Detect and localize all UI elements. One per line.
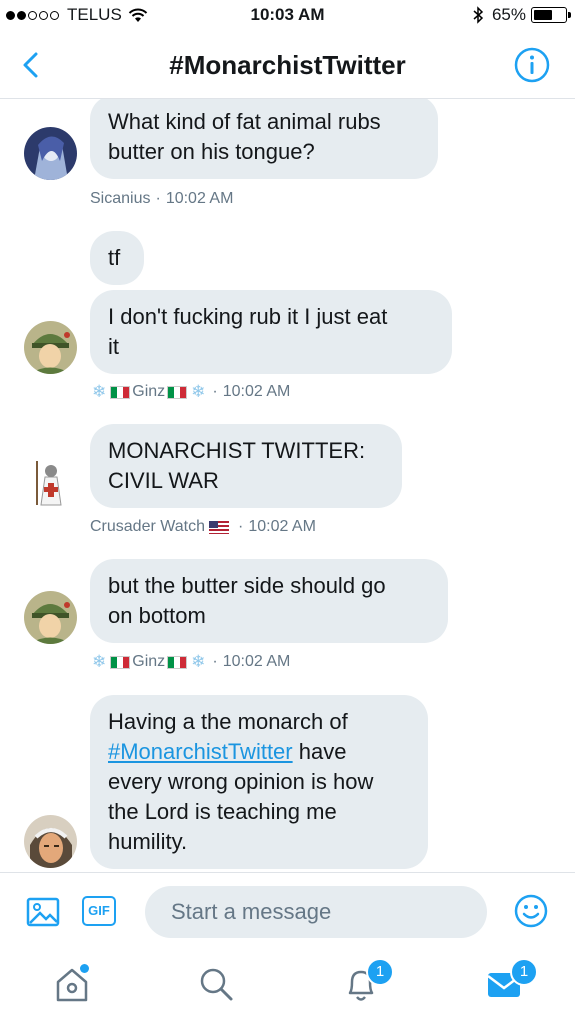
hashtag-link[interactable]: #MonarchistTwitter [108,739,293,764]
message-bubble[interactable]: but the butter side should go on bottom [90,559,448,643]
italy-flag-icon [110,655,131,669]
message-text: I don't fucking rub it I just eat [108,304,388,329]
message-input[interactable] [145,886,487,938]
message-meta: Sicanius · 10:02 AM [90,190,233,208]
message-text: humility. [108,829,188,854]
message-bubble[interactable]: I don't fucking rub it I just eat it [90,290,452,374]
message-text: on bottom [108,603,206,628]
meta-separator: · [212,653,218,670]
message-text: every wrong opinion is how [108,769,374,794]
sender-name: Crusader Watch [90,518,205,535]
conversation-title: #MonarchistTwitter [169,50,406,80]
snowflake-icon: ❄ [191,652,206,671]
message-text: MONARCHIST TWITTER: [108,438,366,463]
message-text: but the butter side should go [108,573,386,598]
italy-flag-icon [167,385,188,399]
message-bubble[interactable]: What kind of fat animal rubs butter on h… [90,99,438,179]
message-text: CIVIL WAR [108,468,219,493]
snowflake-icon: ❄ [191,382,206,401]
message-time: 10:02 AM [248,518,316,535]
message-text: Having a the monarch of [108,709,348,734]
avatar[interactable] [24,455,77,508]
status-right: 65% [472,5,571,25]
message-time: 10:02 AM [222,383,291,400]
message-bubble[interactable]: tf [90,231,144,285]
conversation-header: #MonarchistTwitter [0,32,575,99]
message-text: have [292,739,347,764]
avatar[interactable] [24,815,77,868]
italy-flag-icon [167,655,188,669]
avatar[interactable] [24,127,77,180]
message-text: tf [108,245,121,270]
bluetooth-icon [473,6,484,24]
message-thread[interactable]: What kind of fat animal rubs butter on h… [0,99,575,872]
sender-name: Ginz [132,653,166,670]
message-text: butter on his tongue? [108,139,315,164]
gif-button[interactable]: GIF [82,896,116,926]
meta-separator: · [238,518,244,535]
image-upload-icon[interactable] [26,897,60,927]
emoji-icon[interactable] [513,893,549,929]
italy-flag-icon [110,385,131,399]
status-bar: TELUS 10:03 AM 65% [0,0,575,32]
snowflake-icon: ❄ [92,652,107,671]
notifications-badge: 1 [366,958,394,986]
messages-badge: 1 [510,958,538,986]
battery-percent: 65% [491,5,526,24]
meta-separator: · [212,383,218,400]
meta-separator: · [155,190,161,207]
avatar[interactable] [24,591,77,644]
message-meta: Crusader Watch · 10:02 AM [90,518,316,536]
message-time: 10:02 AM [165,190,234,207]
message-bubble[interactable]: Having a the monarch of #MonarchistTwitt… [90,695,428,869]
message-bubble[interactable]: MONARCHIST TWITTER: CIVIL WAR [90,424,402,508]
avatar[interactable] [24,321,77,374]
sender-name: Ginz [132,383,166,400]
snowflake-icon: ❄ [92,382,107,401]
message-text: it [108,334,119,359]
search-icon[interactable] [196,964,236,1004]
message-text-line: #MonarchistTwitter have [108,737,410,767]
home-unread-dot [80,964,89,973]
message-composer: GIF [0,872,575,951]
sender-name: Sicanius [90,190,151,207]
battery-icon [531,7,571,23]
info-icon[interactable] [513,46,551,84]
message-time: 10:02 AM [222,653,291,670]
usa-flag-icon [209,520,229,534]
message-text: the Lord is teaching me [108,799,337,824]
message-text: What kind of fat animal rubs [108,109,381,134]
message-meta: ❄ Ginz ❄ · 10:02 AM [90,382,290,402]
tab-bar: 1 1 [0,950,575,1024]
message-meta: ❄ Ginz ❄ · 10:02 AM [90,652,290,672]
